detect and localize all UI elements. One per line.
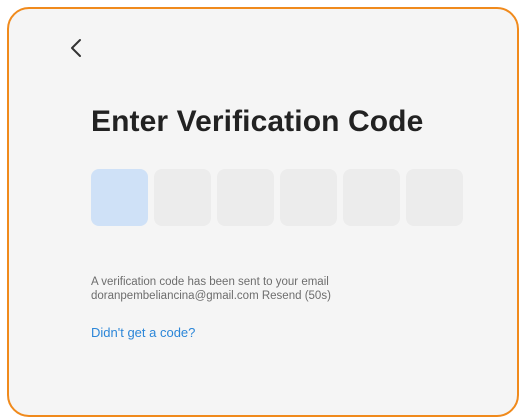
code-digit-6[interactable] [406, 169, 463, 226]
page-title: Enter Verification Code [91, 105, 424, 138]
code-digit-2[interactable] [154, 169, 211, 226]
chevron-left-icon [71, 39, 81, 57]
verification-info-text: A verification code has been sent to you… [91, 275, 331, 303]
resend-timer[interactable]: Resend (50s) [262, 290, 331, 302]
code-digit-5[interactable] [343, 169, 400, 226]
info-email-line: doranpembeliancina@gmail.com Resend (50s… [91, 289, 331, 303]
verification-card: Enter Verification Code A verification c… [7, 7, 519, 417]
email-address: doranpembeliancina@gmail.com [91, 290, 259, 302]
code-digit-4[interactable] [280, 169, 337, 226]
code-digit-3[interactable] [217, 169, 274, 226]
back-button[interactable] [65, 35, 87, 61]
verification-code-inputs [91, 169, 463, 226]
info-sent-text: A verification code has been sent to you… [91, 276, 329, 288]
didnt-get-code-link[interactable]: Didn't get a code? [91, 325, 195, 340]
code-digit-1[interactable] [91, 169, 148, 226]
